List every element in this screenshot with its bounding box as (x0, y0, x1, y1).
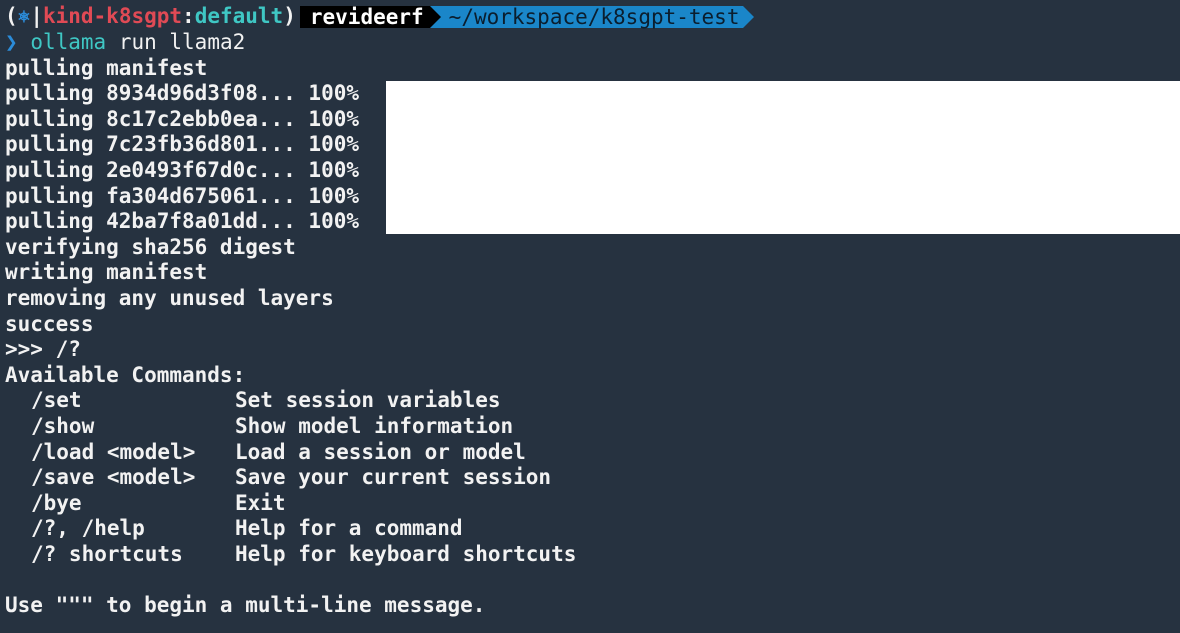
commands-list: /set Set session variables /show Show mo… (5, 388, 1180, 567)
command-description: Set session variables (235, 388, 501, 413)
command-args: run llama2 (106, 30, 246, 54)
command-description: Load a session or model (235, 439, 526, 464)
prompt-separator: | (30, 4, 43, 29)
command-program: ollama (30, 30, 107, 54)
output-line: removing any unused layers (5, 285, 334, 310)
command-name: /set (31, 388, 82, 413)
command-name: /? shortcuts (31, 541, 183, 566)
command-description: Exit (235, 490, 286, 515)
kubernetes-icon: ⎈ (17, 4, 31, 29)
prompt-colon: : (182, 4, 195, 29)
list-item: /? shortcuts Help for keyboard shortcuts (5, 542, 1180, 568)
prompt-paren-close: ) (283, 4, 296, 29)
list-item: /bye Exit (5, 491, 1180, 517)
list-item: /?, /help Help for a command (5, 516, 1180, 542)
output-line: success (5, 311, 94, 336)
command-name: /?, /help (31, 516, 145, 541)
commands-heading: Available Commands: (5, 362, 246, 387)
kube-context: kind-k8sgpt (42, 4, 183, 29)
output-line: writing manifest (5, 260, 208, 285)
command-description: Help for keyboard shortcuts (235, 541, 577, 566)
command-description: Save your current session (235, 465, 552, 490)
list-item: /show Show model information (5, 414, 1180, 440)
kube-namespace: default (194, 4, 284, 29)
redaction-box (386, 81, 1180, 234)
powerline-arrow-icon (429, 6, 441, 28)
command-name: /save <model> (31, 465, 196, 490)
command-name: /bye (31, 490, 82, 515)
prompt-user: revideerf (299, 6, 430, 28)
prompt-paren-open: ( (5, 4, 18, 29)
shell-prompt: ( ⎈ | kind-k8sgpt : default ) revideerf … (5, 4, 1180, 30)
powerline-arrow-icon (743, 6, 755, 28)
command-description: Show model information (235, 413, 514, 438)
command-name: /load <model> (31, 439, 196, 464)
command-line: ❯ ollama run llama2 (5, 30, 1180, 56)
command-name: /show (31, 413, 95, 438)
prompt-chevron-icon: ❯ (5, 30, 18, 54)
list-item: /save <model> Save your current session (5, 465, 1180, 491)
output-line: pulling manifest (5, 55, 208, 80)
list-item: /set Set session variables (5, 388, 1180, 414)
ollama-input-line[interactable]: >>> /? (5, 337, 1180, 363)
prompt-path: ~/workspace/k8sgpt-test (440, 6, 744, 28)
list-item: /load <model> Load a session or model (5, 440, 1180, 466)
footer-hint: Use """ to begin a multi-line message. (5, 593, 486, 618)
output-line: verifying sha256 digest (5, 234, 296, 259)
terminal-window[interactable]: ( ⎈ | kind-k8sgpt : default ) revideerf … (0, 0, 1180, 633)
command-description: Help for a command (235, 516, 463, 541)
